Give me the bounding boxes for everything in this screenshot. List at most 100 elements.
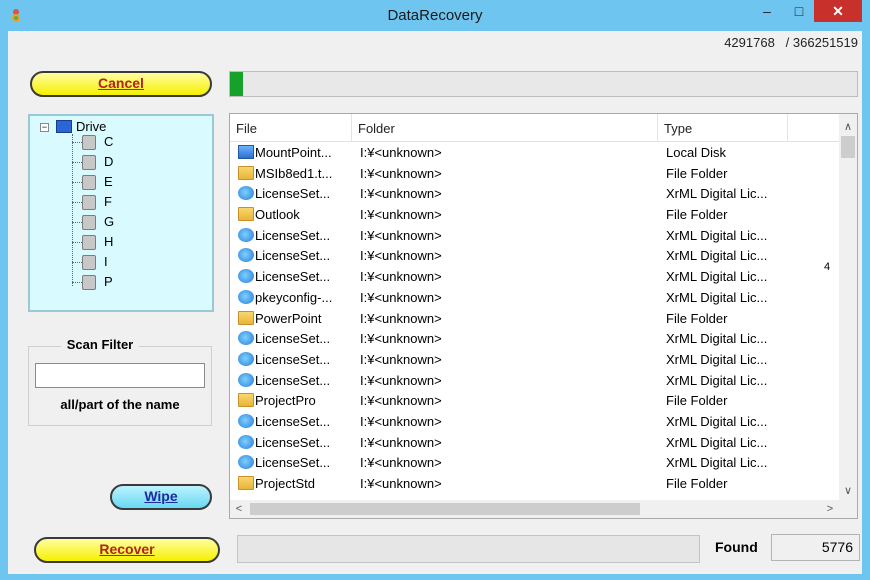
file-name: ProjectStd	[255, 476, 315, 491]
file-cell: MountPoint...	[238, 145, 356, 160]
file-row[interactable]: LicenseSet... I:¥<unknown> XrML Digital Li…	[230, 329, 840, 350]
horizontal-scrollbar[interactable]: < >	[230, 500, 857, 518]
recover-button[interactable]: Recover	[34, 537, 220, 563]
title-bar[interactable]: DataRecovery – □ ✕	[0, 0, 870, 30]
scroll-left-icon[interactable]: <	[230, 500, 248, 518]
tree-branch	[72, 162, 82, 163]
file-name: LicenseSet...	[255, 351, 331, 367]
folder-cell: I:¥<unknown>	[360, 207, 442, 223]
horizontal-scroll-thumb[interactable]	[250, 503, 640, 515]
file-row[interactable]: ProjectStd I:¥<unknown> File Folder	[230, 474, 840, 495]
clipped-column-text: 4	[824, 261, 831, 273]
file-row[interactable]: LicenseSet... I:¥<unknown> XrML Digital Li…	[230, 433, 840, 454]
column-header-folder[interactable]: Folder	[352, 114, 658, 142]
drive-icon	[82, 215, 96, 230]
cancel-button[interactable]: Cancel	[30, 71, 212, 97]
file-cell: ProjectPro	[238, 393, 356, 408]
minimize-button[interactable]: –	[752, 0, 782, 22]
folder-cell: I:¥<unknown>	[360, 186, 442, 202]
wipe-button[interactable]: Wipe	[110, 484, 212, 510]
license-file-icon	[238, 289, 254, 304]
app-window: DataRecovery – □ ✕ 4291768 / 366251519 C…	[0, 0, 870, 580]
collapse-icon[interactable]: −	[40, 123, 49, 132]
found-count: 5776	[771, 534, 860, 561]
file-row[interactable]: LicenseSet... I:¥<unknown> XrML Digital Li…	[230, 184, 840, 205]
drive-label: P	[104, 274, 113, 289]
file-row[interactable]: LicenseSet... I:¥<unknown> XrML Digital Li…	[230, 246, 840, 267]
folder-cell: I:¥<unknown>	[360, 476, 442, 491]
scroll-down-icon[interactable]: ∨	[839, 482, 857, 500]
file-cell: PowerPoint	[238, 310, 356, 326]
type-cell: File Folder	[666, 207, 728, 223]
client-area: 4291768 / 366251519 Cancel − Drive CDEFG…	[8, 31, 862, 574]
scroll-right-icon[interactable]: >	[821, 500, 839, 518]
file-cell: pkeyconfig-...	[238, 289, 356, 305]
file-cell: LicenseSet...	[238, 331, 356, 346]
file-row[interactable]: MountPoint... I:¥<unknown> Local Disk	[230, 143, 840, 164]
file-name: LicenseSet...	[255, 186, 331, 202]
scroll-up-icon[interactable]: ∧	[839, 118, 857, 136]
folder-cell: I:¥<unknown>	[360, 331, 442, 347]
license-file-icon	[238, 455, 254, 470]
file-name: LicenseSet...	[255, 248, 331, 264]
file-cell: LicenseSet...	[238, 434, 356, 450]
type-cell: File Folder	[666, 476, 728, 491]
file-cell: ProjectStd	[238, 476, 356, 491]
file-cell: Outlook	[238, 207, 356, 222]
drive-label: H	[104, 234, 114, 249]
file-name: MountPoint...	[255, 145, 332, 160]
close-button[interactable]: ✕	[814, 0, 862, 22]
column-header-type[interactable]: Type	[658, 114, 788, 142]
file-row[interactable]: LicenseSet... I:¥<unknown> XrML Digital Li…	[230, 371, 840, 392]
counter-current: 4291768	[724, 35, 775, 50]
drive-icon	[82, 255, 96, 270]
file-list[interactable]: File Folder Type MountPoint... I:¥<unknow…	[229, 113, 858, 519]
file-row[interactable]: MSIb8ed1.t... I:¥<unknown> File Folder	[230, 164, 840, 185]
vertical-scroll-thumb[interactable]	[841, 136, 855, 158]
folder-cell: I:¥<unknown>	[360, 269, 442, 285]
scan-filter-title: Scan Filter	[8, 337, 192, 352]
tree-branch	[72, 282, 82, 283]
folder-cell: I:¥<unknown>	[360, 372, 442, 388]
folder-cell: I:¥<unknown>	[360, 248, 442, 264]
folder-icon	[238, 476, 254, 490]
file-row[interactable]: LicenseSet... I:¥<unknown> XrML Digital Li…	[230, 453, 840, 474]
file-row[interactable]: PowerPoint I:¥<unknown> File Folder	[230, 309, 840, 330]
scan-filter-input[interactable]	[35, 363, 205, 388]
drive-tree[interactable]: − Drive CDEFGHIP	[28, 114, 214, 312]
folder-cell: I:¥<unknown>	[360, 413, 442, 429]
recover-progress-bar	[237, 535, 700, 563]
file-cell: LicenseSet...	[238, 186, 356, 201]
column-header-file[interactable]: File	[230, 114, 352, 142]
file-row[interactable]: ProjectPro I:¥<unknown> File Folder	[230, 391, 840, 412]
file-name: LicenseSet...	[255, 413, 331, 429]
type-cell: File Folder	[666, 165, 728, 181]
file-row[interactable]: pkeyconfig-... I:¥<unknown> XrML Digital L…	[230, 288, 840, 309]
folder-icon	[238, 165, 254, 180]
file-row[interactable]: LicenseSet... I:¥<unknown> XrML Digital Li…	[230, 226, 840, 247]
file-name: LicenseSet...	[255, 227, 331, 243]
maximize-button[interactable]: □	[784, 0, 814, 22]
license-file-icon	[238, 186, 254, 201]
file-name: MSIb8ed1.t...	[255, 165, 333, 181]
tree-branch	[72, 242, 82, 243]
file-row[interactable]: LicenseSet... I:¥<unknown> XrML Digital Li…	[230, 350, 840, 371]
file-row[interactable]: LicenseSet... I:¥<unknown> XrML Digital Li…	[230, 267, 840, 288]
vertical-scrollbar[interactable]: ∧ ∨	[839, 114, 857, 500]
file-row[interactable]: LicenseSet... I:¥<unknown> XrML Digital Li…	[230, 412, 840, 433]
license-file-icon	[238, 351, 254, 366]
file-name: LicenseSet...	[255, 455, 331, 471]
counter-total: 366251519	[792, 35, 858, 50]
type-cell: XrML Digital Lic...	[666, 413, 768, 429]
file-cell: LicenseSet...	[238, 248, 356, 263]
drive-label: C	[104, 134, 114, 149]
folder-cell: I:¥<unknown>	[360, 310, 442, 326]
file-cell: LicenseSet...	[238, 413, 356, 429]
tree-branch	[72, 222, 82, 223]
folder-icon	[238, 207, 254, 222]
file-row[interactable]: Outlook I:¥<unknown> File Folder	[230, 205, 840, 226]
folder-cell: I:¥<unknown>	[360, 455, 442, 471]
drive-label: G	[104, 214, 115, 229]
file-cell: LicenseSet...	[238, 351, 356, 367]
file-cell: LicenseSet...	[238, 455, 356, 470]
